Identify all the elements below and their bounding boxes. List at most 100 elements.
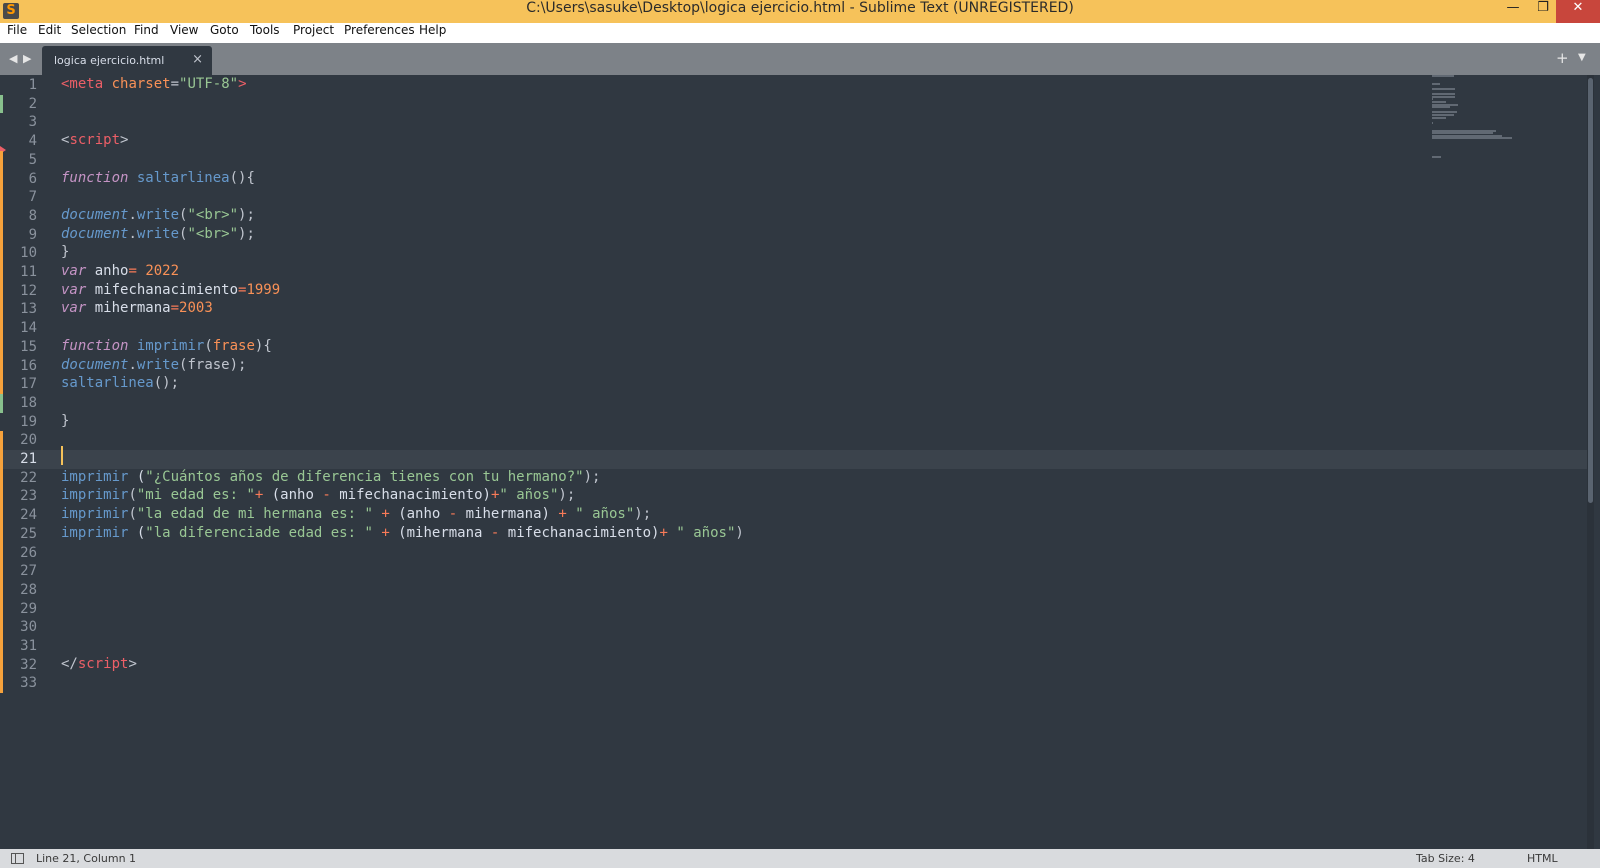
forward-arrow-icon[interactable]: ▶ bbox=[23, 52, 31, 65]
scrollbar-thumb[interactable] bbox=[1588, 78, 1593, 503]
code-token: ); bbox=[634, 506, 652, 523]
line-number: 8 bbox=[28, 207, 37, 224]
line-number: 10 bbox=[20, 245, 37, 262]
panel-toggle-icon[interactable] bbox=[11, 853, 24, 864]
code-line: <meta charset="UTF-8"> bbox=[61, 76, 247, 95]
code-token: ( bbox=[128, 524, 146, 541]
code-line: imprimir ("¿Cuántos años de diferencia t… bbox=[61, 469, 600, 488]
tab-logica-ejercicio[interactable]: logica ejercicio.html × bbox=[42, 46, 212, 75]
code-token: document bbox=[61, 356, 129, 373]
code-line: function saltarlinea(){ bbox=[61, 170, 255, 189]
code-token: script bbox=[69, 132, 121, 149]
line-number: 13 bbox=[20, 301, 37, 318]
code-token: + bbox=[558, 506, 567, 523]
minimap[interactable] bbox=[1432, 75, 1522, 215]
code-line: document.write("<br>"); bbox=[61, 207, 255, 226]
code-token: 2022 bbox=[145, 263, 180, 279]
code-token: "<br>" bbox=[187, 206, 239, 223]
code-token: frase bbox=[212, 337, 255, 354]
menu-project[interactable]: Project bbox=[293, 23, 334, 43]
minimap-line bbox=[1432, 106, 1450, 109]
code-token: ); bbox=[558, 487, 576, 504]
line-number: 18 bbox=[20, 394, 37, 411]
close-window-button[interactable]: ✕ bbox=[1556, 0, 1600, 23]
line-number: 32 bbox=[20, 656, 37, 673]
code-area[interactable]: <meta charset="UTF-8"> <script> function s… bbox=[61, 75, 1421, 849]
line-number: 21 bbox=[20, 451, 37, 467]
back-arrow-icon[interactable]: ◀ bbox=[9, 52, 17, 65]
line-number: 17 bbox=[20, 376, 37, 393]
menu-file[interactable]: File bbox=[7, 23, 27, 43]
gutter[interactable]: 1 2 3 4 5 6 7 8 9 10 11 12 13 14 15 16 17 18 19 20 21 22 23 24 2… bbox=[0, 75, 50, 849]
line-number: 9 bbox=[28, 226, 37, 243]
menu-help[interactable]: Help bbox=[419, 23, 446, 43]
minimap-line bbox=[1432, 75, 1454, 77]
line-number: 12 bbox=[20, 282, 37, 299]
tab-list-icon[interactable]: ▼ bbox=[1578, 52, 1586, 63]
code-token: write bbox=[136, 206, 180, 223]
menu-bar: File Edit Selection Find View Goto Tools… bbox=[0, 23, 1600, 43]
line-number: 29 bbox=[20, 600, 37, 617]
tab-size-selector[interactable]: Tab Size: 4 bbox=[1416, 852, 1475, 865]
menu-goto[interactable]: Goto bbox=[210, 23, 239, 43]
code-token: imprimir bbox=[61, 468, 129, 485]
code-token: mihermana) bbox=[457, 506, 559, 523]
restore-button[interactable]: ❐ bbox=[1528, 0, 1558, 23]
line-number: 3 bbox=[28, 114, 37, 131]
code-token: "<br>" bbox=[187, 225, 239, 242]
code-token: document bbox=[61, 206, 129, 223]
code-token: imprimir bbox=[61, 487, 129, 504]
line-number: 23 bbox=[20, 488, 37, 505]
code-token: + bbox=[659, 524, 668, 541]
code-line: <script> bbox=[61, 132, 128, 151]
close-tab-icon[interactable]: × bbox=[192, 52, 203, 67]
line-number: 2 bbox=[28, 95, 37, 112]
line-number: 26 bbox=[20, 544, 37, 561]
code-token: mifechanacimiento bbox=[86, 281, 239, 298]
line-number: 33 bbox=[20, 675, 37, 692]
code-token: . bbox=[128, 206, 137, 223]
minimap-line bbox=[1432, 137, 1512, 140]
menu-tools[interactable]: Tools bbox=[250, 23, 280, 43]
code-line: var mihermana=2003 bbox=[61, 300, 213, 319]
code-token: " años" bbox=[676, 524, 736, 541]
code-line: </script> bbox=[61, 656, 137, 675]
code-line: } bbox=[61, 413, 69, 432]
code-line: var anho= 2022 bbox=[61, 263, 179, 282]
minimize-button[interactable]: — bbox=[1498, 0, 1528, 23]
code-line: var mifechanacimiento=1999 bbox=[61, 282, 280, 301]
code-token: </ bbox=[61, 655, 78, 672]
code-token: ); bbox=[238, 206, 255, 223]
code-token: ( bbox=[128, 487, 137, 504]
menu-view[interactable]: View bbox=[170, 23, 198, 43]
line-number: 19 bbox=[20, 413, 37, 430]
line-number: 11 bbox=[20, 264, 37, 280]
menu-preferences[interactable]: Preferences bbox=[344, 23, 415, 43]
syntax-selector[interactable]: HTML bbox=[1527, 852, 1558, 865]
tab-bar: ◀ ▶ logica ejercicio.html × + ▼ bbox=[0, 43, 1600, 75]
code-line: document.write("<br>"); bbox=[61, 226, 255, 245]
minimap-line bbox=[1432, 88, 1455, 90]
code-token: > bbox=[128, 655, 137, 672]
line-number: 16 bbox=[20, 357, 37, 374]
code-token: function bbox=[61, 169, 129, 186]
line-number: 20 bbox=[20, 432, 37, 449]
cursor-position: Line 21, Column 1 bbox=[36, 852, 137, 865]
code-token: write bbox=[136, 356, 180, 373]
new-tab-icon[interactable]: + bbox=[1556, 49, 1569, 67]
code-token: ); bbox=[583, 468, 601, 485]
code-token: mifechanacimiento) bbox=[499, 524, 660, 541]
code-token: saltarlinea bbox=[61, 375, 154, 392]
code-token: } bbox=[61, 244, 70, 261]
minimap-line bbox=[1432, 116, 1446, 119]
window-title: C:\Users\sasuke\Desktop\logica ejercicio… bbox=[526, 0, 1074, 16]
menu-edit[interactable]: Edit bbox=[38, 23, 61, 43]
line-number: 27 bbox=[20, 563, 37, 580]
code-token: = bbox=[128, 263, 137, 279]
code-token: imprimir bbox=[61, 524, 129, 541]
added-line-marker bbox=[0, 393, 3, 413]
menu-selection[interactable]: Selection bbox=[71, 23, 126, 43]
code-token: (){ bbox=[229, 169, 255, 186]
menu-find[interactable]: Find bbox=[134, 23, 159, 43]
